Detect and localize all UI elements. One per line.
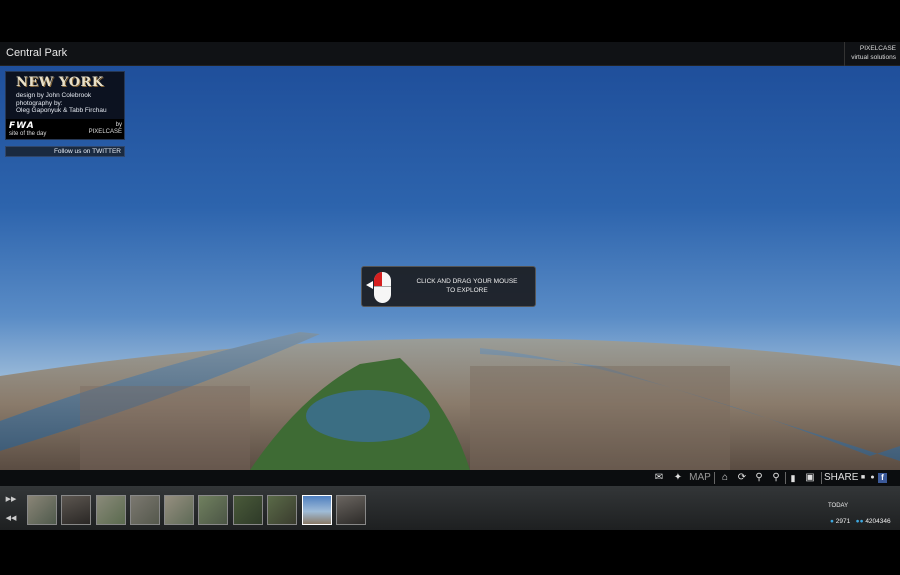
thumbnail[interactable] [336, 495, 366, 525]
ipod-icon[interactable]: ▮ [787, 471, 799, 485]
toolbar-divider [714, 472, 715, 484]
panorama-viewer: Central Park PIXELCASE virtual solutions [0, 0, 900, 575]
mouse-icon [374, 272, 391, 303]
mail-icon[interactable]: ✉ [651, 471, 667, 485]
brand-tagline: virtual solutions [851, 54, 896, 61]
prev-icon[interactable]: ◀◀ [4, 512, 18, 526]
reservoir [306, 390, 430, 442]
myspace-icon[interactable]: ● [868, 471, 877, 485]
thumbnail[interactable] [267, 495, 297, 525]
fwa-logo: FWA [9, 121, 35, 131]
zoom-out-icon[interactable]: ⚲ [768, 471, 784, 485]
share-button[interactable]: SHARE [824, 471, 858, 485]
by-credit: by PIXELCASE [89, 122, 122, 136]
photo-label: photography by: [16, 99, 63, 107]
viewer-toolbar: ✉ ✦ MAP ⌂ ⟳ ⚲ ⚲ ▮ ▣ SHARE ■ ● f [0, 470, 900, 486]
rotate-icon[interactable]: ⟳ [734, 471, 750, 485]
visitor-stats: ● 2971 ●● 4204346 [830, 518, 891, 525]
thumbnail[interactable] [96, 495, 126, 525]
today-label: TODAY [828, 503, 849, 509]
pin-icon[interactable]: ✦ [670, 471, 686, 485]
delicious-icon[interactable]: ■ [859, 471, 867, 485]
map-button[interactable]: MAP [688, 471, 712, 485]
hint-text: CLICK AND DRAG YOUR MOUSE TO EXPLORE [402, 277, 532, 295]
hint-line-2: TO EXPLORE [446, 287, 488, 294]
title-bar: Central Park PIXELCASE virtual solutions [0, 42, 900, 66]
left-arrow-icon [366, 281, 373, 289]
home-icon[interactable]: ⌂ [717, 471, 733, 485]
by-label: by [115, 122, 122, 128]
total-count: 4204346 [865, 518, 891, 525]
by-name: PIXELCASE [88, 129, 122, 135]
thumbnail[interactable] [164, 495, 194, 525]
thumbnail[interactable] [61, 495, 91, 525]
next-icon[interactable]: ▶▶ [4, 493, 18, 507]
photographers: Oleg Gaponyuk & Tabb Firchau [16, 107, 107, 115]
thumbnail[interactable] [198, 495, 228, 525]
thumbnail-active[interactable] [302, 495, 332, 525]
fullscreen-icon[interactable]: ▣ [802, 471, 818, 485]
bottom-bar [0, 530, 900, 575]
page-title: Central Park [6, 47, 68, 59]
brand-name: PIXELCASE [859, 45, 896, 52]
thumbnail-strip: ▶▶ ◀◀ TODAY ● 2971 ●● 4204346 [0, 486, 900, 530]
thumbnail[interactable] [130, 495, 160, 525]
today-count: 2971 [835, 518, 851, 525]
thumbnail[interactable] [27, 495, 57, 525]
facebook-icon[interactable]: f [878, 473, 887, 483]
project-info-panel: NEW YORK design by John Colebrook photog… [5, 71, 125, 140]
zoom-in-icon[interactable]: ⚲ [751, 471, 767, 485]
west-side-buildings [80, 386, 250, 470]
user-icon: ● [830, 518, 834, 525]
thumbnail[interactable] [233, 495, 263, 525]
drag-hint-tooltip: CLICK AND DRAG YOUR MOUSE TO EXPLORE [361, 266, 536, 307]
design-credit: design by John Colebrook [16, 92, 92, 99]
users-icon: ●● [855, 518, 864, 525]
toolbar-divider [821, 472, 822, 484]
credits: design by John Colebrook photography by:… [16, 92, 107, 115]
city-title: NEW YORK [16, 75, 104, 90]
site-of-the-day-label: site of the day [9, 131, 47, 137]
midtown-buildings [470, 366, 730, 470]
fwa-award[interactable]: FWA site of the day by PIXELCASE [6, 119, 124, 139]
twitter-link[interactable]: Follow us on TWITTER [5, 146, 125, 157]
brand-link[interactable]: PIXELCASE virtual solutions [844, 42, 900, 66]
hint-line-1: CLICK AND DRAG YOUR MOUSE [416, 278, 518, 285]
toolbar-divider [785, 472, 786, 484]
